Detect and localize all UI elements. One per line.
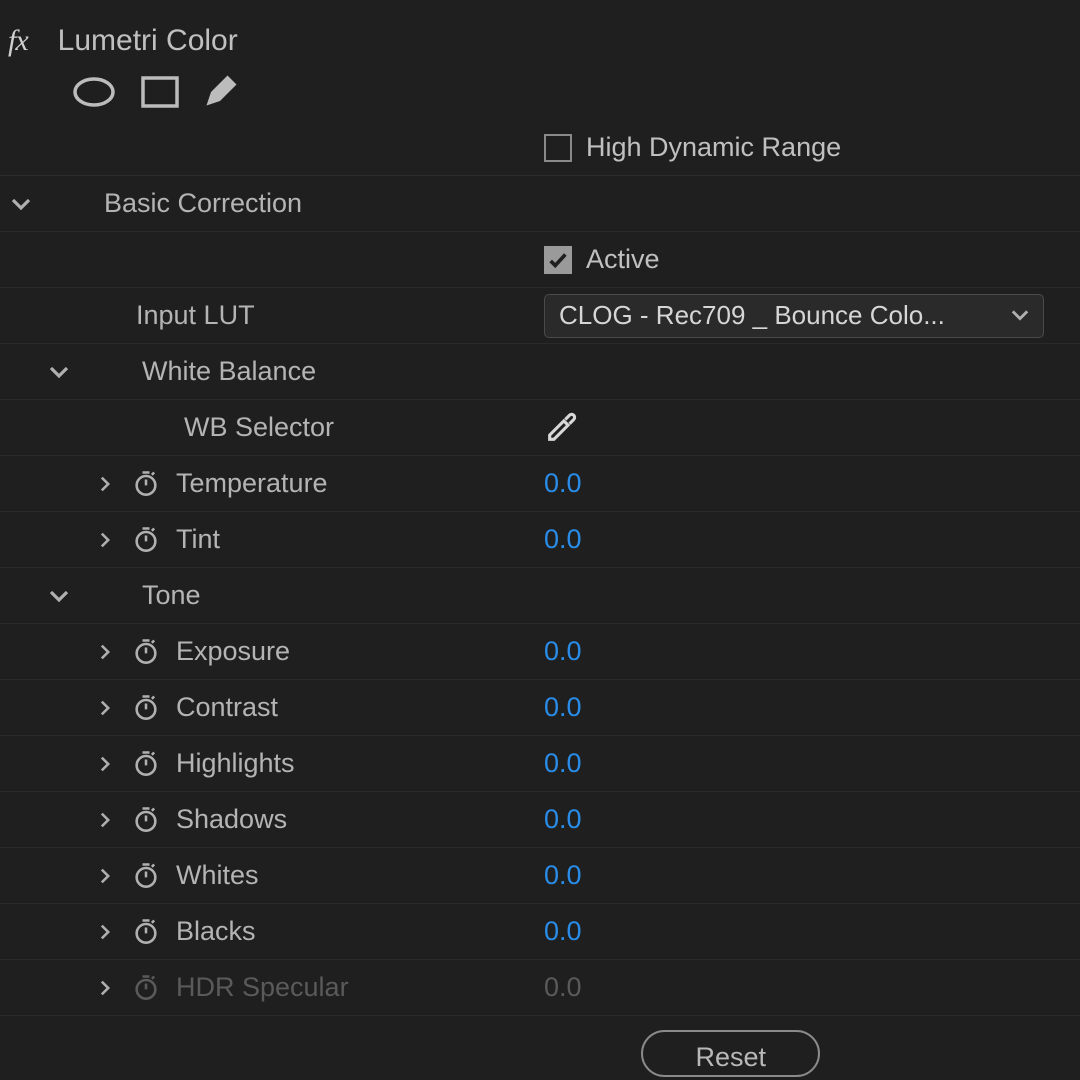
chevron-down-icon bbox=[8, 191, 34, 217]
chevron-right-icon[interactable] bbox=[92, 919, 118, 945]
param-label: HDR Specular bbox=[176, 972, 349, 1003]
param-label: Tint bbox=[176, 524, 220, 555]
hdr-row: High Dynamic Range bbox=[0, 120, 1080, 176]
param-label: Exposure bbox=[176, 636, 290, 667]
rectangle-mask-icon[interactable] bbox=[140, 75, 180, 109]
exposure-value[interactable]: 0.0 bbox=[544, 636, 582, 667]
stopwatch-icon[interactable] bbox=[132, 693, 162, 723]
active-row: Active bbox=[0, 232, 1080, 288]
whites-row: Whites 0.0 bbox=[0, 848, 1080, 904]
section-label: Basic Correction bbox=[104, 188, 302, 219]
tone-section[interactable]: Tone bbox=[0, 568, 1080, 624]
param-label: Temperature bbox=[176, 468, 328, 499]
highlights-value[interactable]: 0.0 bbox=[544, 748, 582, 779]
chevron-down-icon bbox=[46, 359, 72, 385]
highlights-row: Highlights 0.0 bbox=[0, 736, 1080, 792]
contrast-value[interactable]: 0.0 bbox=[544, 692, 582, 723]
fx-icon[interactable]: fx bbox=[8, 24, 28, 58]
chevron-right-icon[interactable] bbox=[92, 975, 118, 1001]
stopwatch-icon[interactable] bbox=[132, 805, 162, 835]
basic-correction-section[interactable]: Basic Correction bbox=[0, 176, 1080, 232]
chevron-right-icon[interactable] bbox=[92, 471, 118, 497]
exposure-row: Exposure 0.0 bbox=[0, 624, 1080, 680]
chevron-down-icon bbox=[1011, 300, 1029, 331]
mask-tools bbox=[0, 64, 1080, 120]
tint-value[interactable]: 0.0 bbox=[544, 524, 582, 555]
temperature-value[interactable]: 0.0 bbox=[544, 468, 582, 499]
hdr-checkbox-label: High Dynamic Range bbox=[586, 132, 841, 163]
active-checkbox[interactable] bbox=[544, 246, 572, 274]
shadows-value[interactable]: 0.0 bbox=[544, 804, 582, 835]
contrast-row: Contrast 0.0 bbox=[0, 680, 1080, 736]
chevron-right-icon[interactable] bbox=[92, 751, 118, 777]
section-label: Tone bbox=[142, 580, 201, 611]
blacks-row: Blacks 0.0 bbox=[0, 904, 1080, 960]
ellipse-mask-icon[interactable] bbox=[70, 75, 118, 109]
param-label: Shadows bbox=[176, 804, 287, 835]
input-lut-label: Input LUT bbox=[136, 300, 255, 331]
input-lut-value: CLOG - Rec709 _ Bounce Colo... bbox=[559, 300, 945, 331]
stopwatch-icon[interactable] bbox=[132, 469, 162, 499]
blacks-value[interactable]: 0.0 bbox=[544, 916, 582, 947]
effect-title: Lumetri Color bbox=[58, 24, 238, 58]
effect-header: fx Lumetri Color bbox=[0, 18, 1080, 64]
wb-selector-row: WB Selector bbox=[0, 400, 1080, 456]
chevron-right-icon[interactable] bbox=[92, 527, 118, 553]
chevron-right-icon[interactable] bbox=[92, 695, 118, 721]
input-lut-dropdown[interactable]: CLOG - Rec709 _ Bounce Colo... bbox=[544, 294, 1044, 338]
chevron-down-icon bbox=[46, 583, 72, 609]
param-label: Blacks bbox=[176, 916, 256, 947]
white-balance-section[interactable]: White Balance bbox=[0, 344, 1080, 400]
wb-selector-label: WB Selector bbox=[184, 412, 334, 443]
stopwatch-icon[interactable] bbox=[132, 525, 162, 555]
hdr-checkbox[interactable] bbox=[544, 134, 572, 162]
reset-row: Reset bbox=[0, 1016, 1080, 1077]
temperature-row: Temperature 0.0 bbox=[0, 456, 1080, 512]
param-label: Whites bbox=[176, 860, 259, 891]
stopwatch-icon[interactable] bbox=[132, 749, 162, 779]
shadows-row: Shadows 0.0 bbox=[0, 792, 1080, 848]
tint-row: Tint 0.0 bbox=[0, 512, 1080, 568]
stopwatch-icon bbox=[132, 973, 162, 1003]
hdr-specular-row: HDR Specular 0.0 bbox=[0, 960, 1080, 1016]
stopwatch-icon[interactable] bbox=[132, 861, 162, 891]
param-label: Contrast bbox=[176, 692, 278, 723]
stopwatch-icon[interactable] bbox=[132, 917, 162, 947]
chevron-right-icon[interactable] bbox=[92, 863, 118, 889]
pen-mask-icon[interactable] bbox=[202, 74, 238, 110]
hdr-specular-value: 0.0 bbox=[544, 972, 582, 1003]
lumetri-panel: fx Lumetri Color High Dynamic Range Basi… bbox=[0, 0, 1080, 1080]
whites-value[interactable]: 0.0 bbox=[544, 860, 582, 891]
stopwatch-icon[interactable] bbox=[132, 637, 162, 667]
chevron-right-icon[interactable] bbox=[92, 639, 118, 665]
active-checkbox-label: Active bbox=[586, 244, 660, 275]
section-label: White Balance bbox=[142, 356, 316, 387]
eyedropper-icon[interactable] bbox=[544, 411, 578, 445]
param-label: Highlights bbox=[176, 748, 295, 779]
input-lut-row: Input LUT CLOG - Rec709 _ Bounce Colo... bbox=[0, 288, 1080, 344]
chevron-right-icon[interactable] bbox=[92, 807, 118, 833]
reset-button[interactable]: Reset bbox=[641, 1030, 820, 1077]
